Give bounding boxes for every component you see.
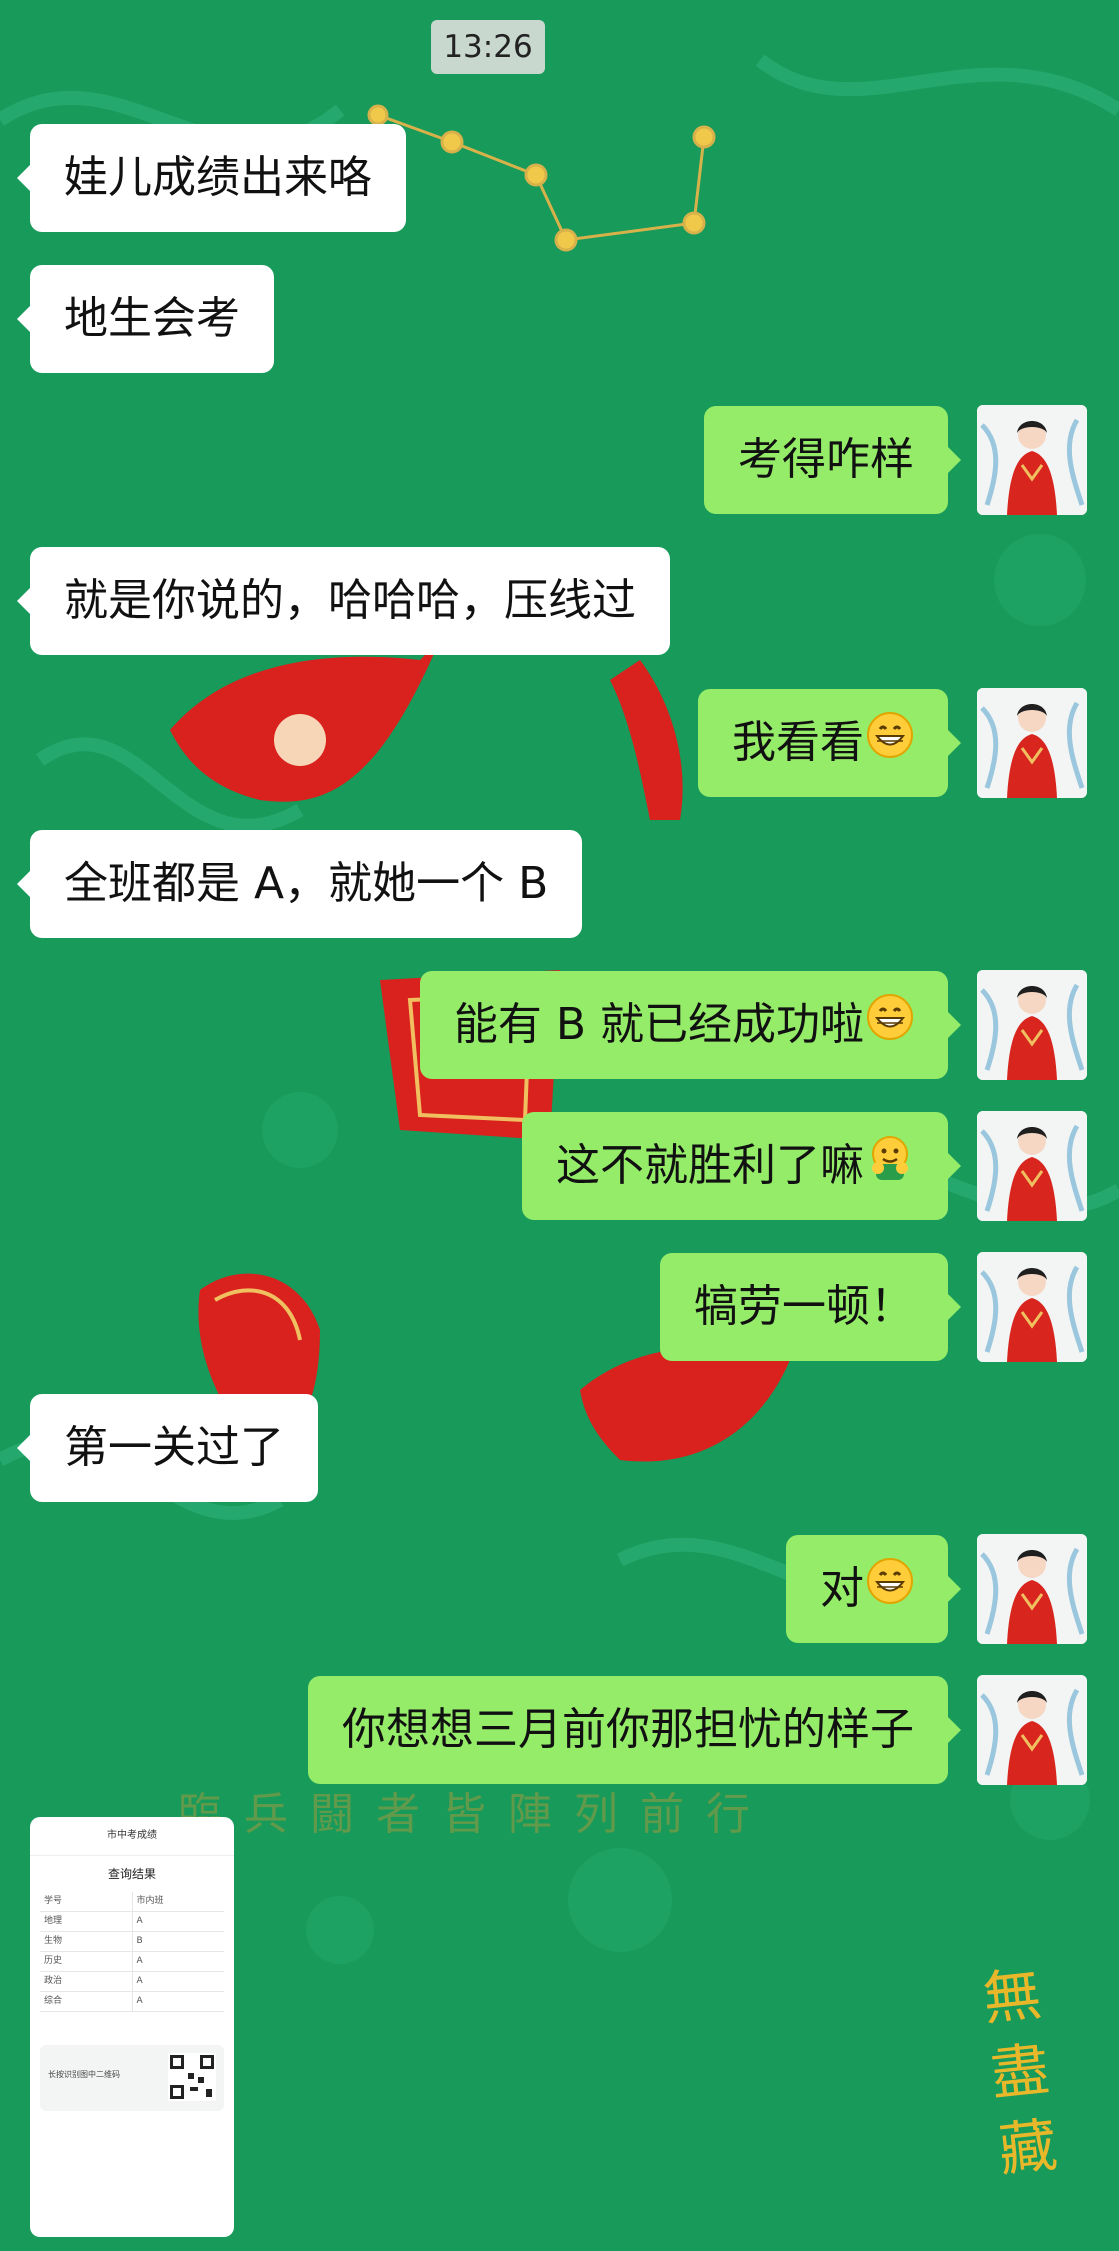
thumbnail-cell: B (136, 1936, 143, 1946)
message-text: 第一关过了 (64, 1422, 284, 1473)
message-text: 娃儿成绩出来咯 (64, 152, 372, 203)
grinning-face-icon (866, 1537, 914, 1645)
message-text: 你想想三月前你那担忧的样子 (342, 1704, 914, 1755)
avatar[interactable] (977, 1252, 1087, 1362)
thumbnail-cell: A (136, 1976, 143, 1986)
avatar[interactable] (977, 688, 1087, 798)
message-text: 犒劳一顿！ (694, 1281, 914, 1332)
thumbnail-row: 学号 市内班 (40, 1892, 224, 1912)
message-text: 考得咋样 (738, 434, 914, 485)
grinning-face-icon (866, 691, 914, 799)
thumbnail-row: 政治 A (40, 1972, 224, 1992)
thumbnail-cell: 市内班 (136, 1896, 164, 1906)
grinning-face-icon (866, 973, 914, 1081)
message-bubble-incoming[interactable]: 就是你说的，哈哈哈，压线过 (17, 547, 670, 655)
thumbnail-qr-card: 长按识别图中二维码 (40, 2045, 224, 2111)
thumbnail-cell: A (136, 1956, 143, 1966)
message-bubble-incoming[interactable]: 第一关过了 (17, 1394, 318, 1502)
thumbnail-row: 历史 A (40, 1952, 224, 1972)
thumbnail-cell: 生物 (40, 1932, 133, 1951)
thumbnail-row: 生物 B (40, 1932, 224, 1952)
thumbnail-row: 地理 A (40, 1912, 224, 1932)
thumbnail-cell: 地理 (40, 1912, 133, 1931)
avatar[interactable] (977, 1675, 1087, 1785)
avatar[interactable] (977, 1111, 1087, 1221)
avatar[interactable] (977, 970, 1087, 1080)
thumbnail-footer-text: 长按识别图中二维码 (48, 2070, 120, 2079)
message-text: 全班都是 A，就她一个 B (64, 858, 549, 909)
qr-code-icon (168, 2053, 216, 2101)
thumbnail-header: 市中考成绩 (30, 1817, 234, 1856)
message-text: 就是你说的，哈哈哈，压线过 (64, 575, 636, 626)
message-text: 我看看 (732, 717, 864, 768)
message-bubble-incoming[interactable]: 全班都是 A，就她一个 B (16, 830, 583, 938)
message-text: 对 (820, 1563, 864, 1614)
message-bubble-outgoing[interactable]: 这不就胜利了嘛 (522, 1112, 961, 1222)
message-text: 这不就胜利了嘛 (556, 1140, 864, 1191)
thumbnail-cell: 学号 (40, 1892, 133, 1911)
message-bubble-outgoing[interactable]: 能有 B 就已经成功啦 (419, 971, 962, 1081)
message-bubble-outgoing[interactable]: 你想想三月前你那担忧的样子 (308, 1676, 961, 1784)
thumbnail-cell: 历史 (40, 1952, 133, 1971)
thumbnail-row: 综合 A (40, 1992, 224, 2012)
avatar[interactable] (977, 1534, 1087, 1644)
message-bubble-outgoing[interactable]: 犒劳一顿！ (660, 1253, 961, 1361)
message-bubble-outgoing[interactable]: 我看看 (698, 689, 961, 799)
message-text: 能有 B 就已经成功啦 (453, 999, 864, 1050)
thumbnail-cell: A (136, 1996, 143, 2006)
message-text: 地生会考 (64, 293, 240, 344)
timestamp: 13:26 (431, 20, 545, 74)
message-bubble-outgoing[interactable]: 对 (786, 1535, 961, 1645)
thumbnail-cell: 政治 (40, 1972, 133, 1991)
thumbnail-cell: 综合 (40, 1992, 133, 2011)
message-bubble-outgoing[interactable]: 考得咋样 (704, 406, 961, 514)
thumbnail-table: 学号 市内班 地理 A 生物 B 历史 A 政治 A 综合 A (30, 1892, 234, 2012)
message-bubble-incoming[interactable]: 地生会考 (17, 265, 274, 373)
thumbnail-title: 查询结果 (107, 1867, 156, 1881)
wallpaper-slogan: 臨兵闘者皆陣列前行 (178, 1789, 772, 1840)
hugging-face-icon (866, 1114, 914, 1222)
message-bubble-incoming[interactable]: 娃儿成绩出来咯 (17, 124, 406, 232)
avatar[interactable] (977, 405, 1087, 515)
thumbnail-cell: A (136, 1916, 143, 1926)
image-message-thumbnail[interactable]: 市中考成绩 查询结果 学号 市内班 地理 A 生物 B 历史 A 政治 A 综合 A 长按识别图中二维… (30, 1817, 234, 2237)
